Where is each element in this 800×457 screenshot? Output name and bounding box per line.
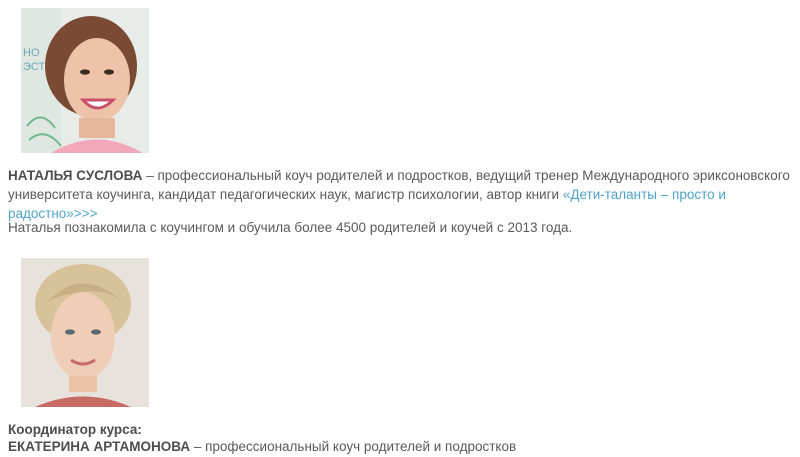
coach-photo-natalya: НО ЭСТ — [21, 8, 149, 153]
svg-text:НО: НО — [23, 47, 40, 59]
svg-text:ЭСТ: ЭСТ — [23, 61, 45, 73]
coach-name: ЕКАТЕРИНА АРТАМОНОВА — [8, 439, 191, 454]
coach-bio-ekaterina: ЕКАТЕРИНА АРТАМОНОВА – профессиональный … — [8, 437, 794, 456]
coach-description: – профессиональный коуч родителей и подр… — [190, 439, 517, 454]
coach-photo-ekaterina — [21, 258, 149, 407]
coach-bio-natalya: НАТАЛЬЯ СУСЛОВА – профессиональный коуч … — [8, 166, 794, 223]
role-label: Координатор курса: — [8, 422, 142, 437]
coach-experience: Наталья познакомила с коучингом и обучил… — [8, 220, 573, 235]
coach-name: НАТАЛЬЯ СУСЛОВА — [8, 168, 143, 183]
